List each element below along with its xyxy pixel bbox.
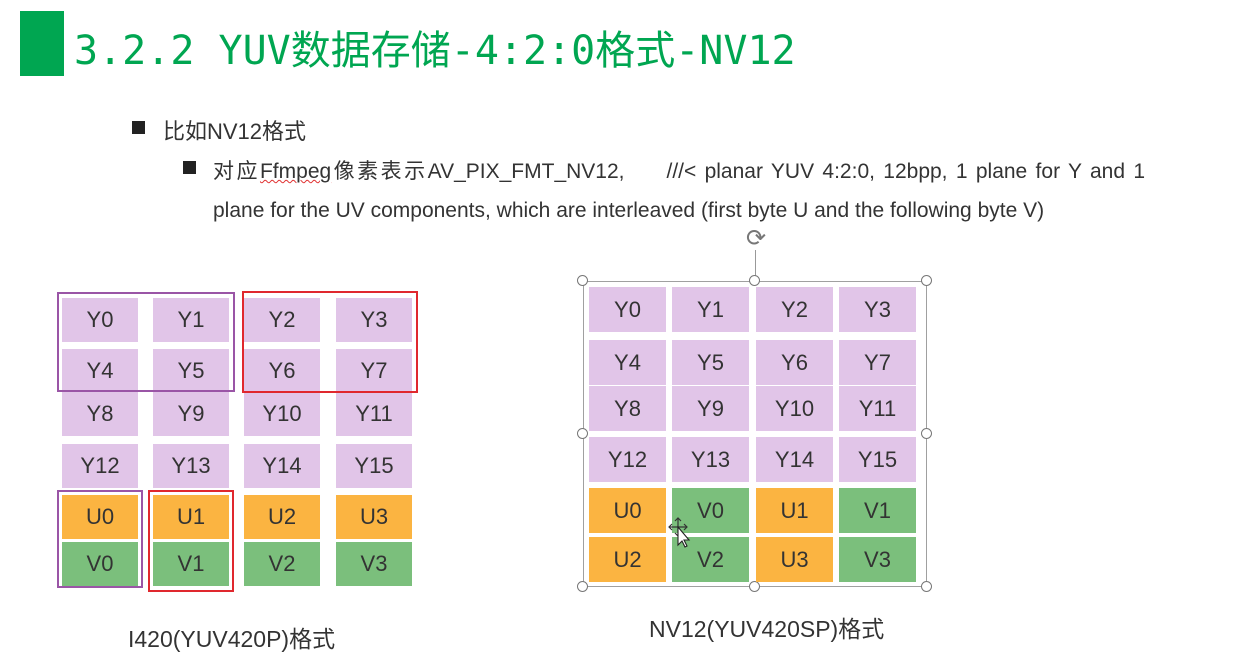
description-paragraph: 对应Ffmpeg像素表示AV_PIX_FMT_NV12,///< planar …	[213, 152, 1145, 230]
resize-handle[interactable]	[577, 275, 588, 286]
grid-cell-y11: Y11	[839, 386, 916, 431]
grid-cell-u1: U1	[756, 488, 833, 533]
slide-title: 3.2.2 YUV数据存储-4:2:0格式-NV12	[74, 28, 796, 74]
grid-cell-y0: Y0	[589, 287, 666, 332]
rotate-handle-icon[interactable]: ⟳	[743, 226, 769, 252]
grid-cell-u2: U2	[589, 537, 666, 582]
grid-cell-u0: U0	[589, 488, 666, 533]
grid-cell-y13: Y13	[153, 444, 229, 488]
bullet-text-nv12: 比如NV12格式	[163, 119, 307, 144]
grid-cell-y14: Y14	[756, 437, 833, 482]
grid-cell-y10: Y10	[244, 392, 320, 436]
rotate-handle-line	[755, 250, 756, 276]
grid-cell-y11: Y11	[336, 392, 412, 436]
grid-cell-u3: U3	[756, 537, 833, 582]
grid-cell-y14: Y14	[244, 444, 320, 488]
highlight-box-purple	[57, 292, 235, 392]
caption-i420: I420(YUV420P)格式	[128, 626, 336, 652]
move-cursor-icon	[668, 517, 691, 548]
resize-handle[interactable]	[749, 581, 760, 592]
highlight-box-purple	[57, 490, 143, 588]
grid-cell-v2: V2	[244, 542, 320, 586]
para-middle: 像素表示AV_PIX_FMT_NV12,	[331, 160, 625, 183]
resize-handle[interactable]	[749, 275, 760, 286]
grid-cell-y8: Y8	[62, 392, 138, 436]
highlight-box-red	[242, 291, 418, 393]
grid-cell-y9: Y9	[153, 392, 229, 436]
resize-handle[interactable]	[921, 275, 932, 286]
misspelled-word: Ffmpeg	[259, 160, 332, 183]
grid-cell-y2: Y2	[756, 287, 833, 332]
square-bullet-icon	[183, 161, 196, 174]
resize-handle[interactable]	[921, 581, 932, 592]
grid-cell-v1: V1	[839, 488, 916, 533]
grid-cell-y12: Y12	[62, 444, 138, 488]
para-prefix: 对应	[213, 160, 260, 183]
grid-cell-y5: Y5	[672, 340, 749, 385]
grid-cell-y13: Y13	[672, 437, 749, 482]
grid-cell-y15: Y15	[839, 437, 916, 482]
grid-cell-y10: Y10	[756, 386, 833, 431]
grid-cell-y4: Y4	[589, 340, 666, 385]
grid-cell-y3: Y3	[839, 287, 916, 332]
title-accent-bar	[20, 11, 64, 76]
highlight-box-red	[148, 490, 234, 592]
grid-cell-v3: V3	[839, 537, 916, 582]
grid-cell-y12: Y12	[589, 437, 666, 482]
resize-handle[interactable]	[577, 428, 588, 439]
resize-handle[interactable]	[921, 428, 932, 439]
grid-cell-v3: V3	[336, 542, 412, 586]
resize-handle[interactable]	[577, 581, 588, 592]
grid-cell-y9: Y9	[672, 386, 749, 431]
square-bullet-icon	[132, 121, 145, 134]
grid-cell-y8: Y8	[589, 386, 666, 431]
grid-cell-y6: Y6	[756, 340, 833, 385]
caption-nv12: NV12(YUV420SP)格式	[649, 616, 885, 642]
grid-cell-y1: Y1	[672, 287, 749, 332]
grid-cell-u3: U3	[336, 495, 412, 539]
grid-cell-u2: U2	[244, 495, 320, 539]
grid-cell-y7: Y7	[839, 340, 916, 385]
grid-cell-y15: Y15	[336, 444, 412, 488]
